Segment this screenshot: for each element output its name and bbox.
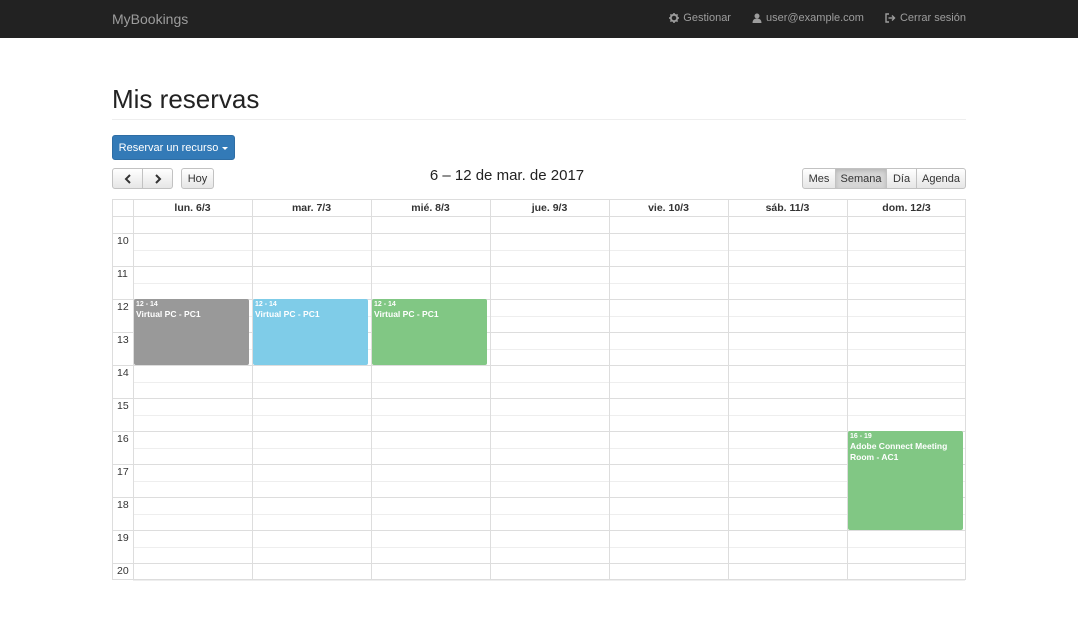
chevron-right-icon [154,173,161,184]
half-hour-line [133,381,965,383]
logout-link-label: Cerrar sesión [899,12,966,24]
title-divider [112,119,966,120]
hour-line [113,563,965,564]
gear-icon [669,13,680,23]
allday-divider [113,233,965,234]
day-column-line [371,200,372,579]
event-time: 12 - 14 [136,301,158,308]
event-title: Adobe Connect Meeting Room - AC1 [850,441,948,462]
calendar-range-title: 6 – 12 de mar. de 2017 [429,167,585,184]
day-header[interactable]: dom. 12/3 [847,202,966,214]
hour-label: 15 [117,400,129,412]
day-header[interactable]: mar. 7/3 [252,202,371,214]
view-month-button[interactable]: Mes [802,168,836,189]
hour-label: 10 [117,235,129,247]
user-icon [752,13,762,23]
manage-link[interactable]: Gestionar [669,12,731,24]
hour-label: 12 [117,301,129,313]
view-week-button[interactable]: Semana [835,168,887,189]
hour-label: 19 [117,532,129,544]
event-time: 12 - 14 [255,301,277,308]
day-header[interactable]: mié. 8/3 [371,202,490,214]
hour-label: 18 [117,499,129,511]
half-hour-line [133,579,965,581]
day-column-line [609,200,610,579]
day-column-line [133,200,134,579]
hour-label: 13 [117,334,129,346]
half-hour-line [133,480,965,482]
hour-line [113,398,965,399]
half-hour-line [133,249,965,251]
half-hour-line [133,282,965,284]
event-title: Virtual PC - PC1 [255,309,320,319]
week-calendar: 10 11 12 13 14 15 16 17 18 19 20 lun. 6/3 mar. 7/3 mi… [112,199,966,581]
manage-link-label: Gestionar [683,12,731,24]
header-divider [113,216,965,217]
prev-week-button[interactable] [112,168,143,189]
top-navbar: MyBookings Gestionar user@example.com Ce… [0,0,1078,38]
day-column-line [490,200,491,579]
reserve-resource-button[interactable]: Reservar un recurso [112,135,235,160]
page-title: Mis reservas [112,84,260,114]
booking-event[interactable]: 12 - 14 Virtual PC - PC1 [134,299,249,365]
caret-down-icon [222,146,229,150]
hour-line [113,266,965,267]
view-agenda-button[interactable]: Agenda [916,168,966,189]
booking-event[interactable]: 12 - 14 Virtual PC - PC1 [253,299,368,365]
hour-label: 14 [117,367,129,379]
day-header[interactable]: jue. 9/3 [490,202,609,214]
day-header[interactable]: lun. 6/3 [133,202,252,214]
hour-line [113,431,965,432]
next-week-button[interactable] [142,168,173,189]
half-hour-line [133,546,965,548]
logout-icon [885,13,896,23]
half-hour-line [133,414,965,416]
hour-label: 11 [117,268,128,280]
hour-line [113,365,965,366]
event-time: 16 - 19 [850,433,872,440]
user-link-label: user@example.com [765,12,864,24]
event-title: Virtual PC - PC1 [374,309,439,319]
half-hour-line [133,513,965,515]
event-time: 12 - 14 [374,301,396,308]
booking-event[interactable]: 12 - 14 Virtual PC - PC1 [372,299,487,365]
reserve-resource-label: Reservar un recurso [118,141,219,154]
chevron-left-icon [124,173,131,184]
event-title: Virtual PC - PC1 [136,309,201,319]
day-column-line [728,200,729,579]
day-column-line [252,200,253,579]
hour-line [113,530,965,531]
half-hour-line [133,447,965,449]
booking-event[interactable]: 16 - 19 Adobe Connect Meeting Room - AC1 [848,431,963,530]
hour-label: 20 [117,565,129,577]
user-link[interactable]: user@example.com [752,12,864,24]
view-day-button[interactable]: Día [886,168,917,189]
day-header[interactable]: vie. 10/3 [609,202,728,214]
brand-link[interactable]: MyBookings [112,11,188,27]
hour-label: 16 [117,433,129,445]
navbar-links: Gestionar user@example.com Cerrar sesión [669,12,966,24]
hour-line [113,497,965,498]
logout-link[interactable]: Cerrar sesión [885,12,966,24]
day-header[interactable]: sáb. 11/3 [728,202,847,214]
hour-line [113,464,965,465]
today-button[interactable]: Hoy [181,168,214,189]
hour-label: 17 [117,466,129,478]
